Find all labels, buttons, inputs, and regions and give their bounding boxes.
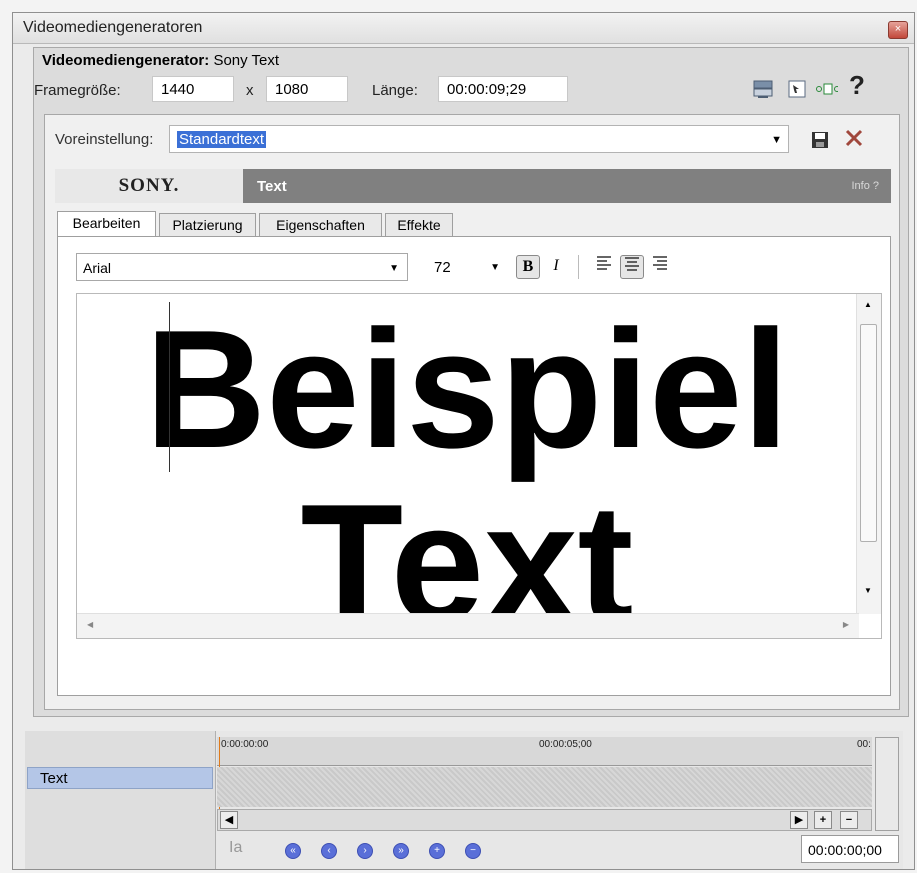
help-icon[interactable]: ? xyxy=(846,70,868,100)
track-text[interactable]: Text xyxy=(27,767,213,789)
font-family-value: Arial xyxy=(83,260,112,276)
close-button[interactable]: × xyxy=(888,21,908,39)
tab-bearbeiten[interactable]: Bearbeiten xyxy=(57,211,156,238)
generator-value: Sony Text xyxy=(213,52,280,69)
tab-effekte[interactable]: Effekte xyxy=(385,213,453,237)
scroll-down-icon[interactable]: ▼ xyxy=(864,586,872,595)
chevron-down-icon[interactable]: ▼ xyxy=(490,262,500,273)
sony-logo: SONY. xyxy=(55,169,243,203)
frame-height-input[interactable]: 1080 xyxy=(266,76,348,102)
scroll-left-icon[interactable]: ◀ xyxy=(220,811,238,829)
keyframe-timeline: Text 0:00:00:00 00:00:05;00 00: ◀ ▶ + − … xyxy=(25,731,903,869)
frame-x-label: x xyxy=(246,82,254,99)
scroll-left-icon[interactable]: ◀ xyxy=(87,620,93,629)
italic-button[interactable]: I xyxy=(544,255,568,279)
ruler-tick-5: 00:00:05;00 xyxy=(539,739,592,750)
preset-label: Voreinstellung: xyxy=(55,131,154,148)
delete-preset-icon[interactable] xyxy=(843,127,865,149)
plugin-title: Text xyxy=(257,178,287,195)
scroll-up-icon[interactable]: ▲ xyxy=(864,300,872,309)
time-ruler[interactable]: 0:00:00:00 00:00:05;00 00: xyxy=(217,737,872,766)
font-size-select[interactable]: 72 ▼ xyxy=(428,253,504,281)
plugin-panel: Voreinstellung: Standardtext ▼ SONY. Tex… xyxy=(44,114,900,710)
text-caret xyxy=(169,302,170,472)
align-right-icon[interactable] xyxy=(648,255,672,279)
vertical-scrollbar[interactable]: ▲ ▼ xyxy=(856,294,881,614)
frame-row: Framegröße: 1440 x 1080 Länge: 00:00:09;… xyxy=(34,70,908,108)
save-preset-icon[interactable] xyxy=(809,129,831,151)
window-title: Videomediengeneratoren xyxy=(23,19,203,36)
text-editor[interactable]: Beispiel Text ▲ ▼ ◀ ▶ xyxy=(76,293,882,639)
generator-window: Videomediengeneratoren × Videomediengene… xyxy=(12,12,915,870)
edit-tab-content: Arial ▼ 72 ▼ B I Beispiel Text ▲ ▼ ◀ ▶ xyxy=(57,236,891,696)
align-center-icon[interactable] xyxy=(620,255,644,279)
scroll-right-icon[interactable]: ▶ xyxy=(790,811,808,829)
output-icon[interactable] xyxy=(752,78,774,100)
tab-eigenschaften[interactable]: Eigenschaften xyxy=(259,213,382,237)
length-input[interactable]: 00:00:09;29 xyxy=(438,76,568,102)
timeline-vertical-scrollbar[interactable] xyxy=(875,737,899,831)
tab-platzierung[interactable]: Platzierung xyxy=(159,213,256,237)
title-bar: Videomediengeneratoren × xyxy=(13,13,914,44)
plugin-header: SONY. Text Info ? xyxy=(55,169,891,203)
track-keyframe-area[interactable] xyxy=(217,767,872,807)
zoom-out-icon[interactable]: − xyxy=(840,811,858,829)
frame-width-input[interactable]: 1440 xyxy=(152,76,234,102)
preset-value[interactable]: Standardtext xyxy=(177,131,267,148)
timeline-scrollbar[interactable]: ◀ ▶ + − xyxy=(217,809,872,831)
properties-icon[interactable] xyxy=(786,78,808,100)
bold-button[interactable]: B xyxy=(516,255,540,279)
add-keyframe-icon[interactable]: + xyxy=(429,843,445,859)
framesize-label: Framegröße: xyxy=(34,82,121,99)
font-size-value: 72 xyxy=(434,259,451,276)
horizontal-scrollbar[interactable]: ◀ ▶ xyxy=(77,613,859,638)
zoom-in-icon[interactable]: + xyxy=(814,811,832,829)
generator-name: Videomediengenerator: Sony Text xyxy=(42,52,279,69)
track-list: Text xyxy=(25,731,216,869)
text-line-1: Beispiel xyxy=(144,295,790,483)
chevron-down-icon[interactable]: ▼ xyxy=(389,263,399,274)
toolbar-divider xyxy=(578,255,579,279)
font-family-select[interactable]: Arial ▼ xyxy=(76,253,408,281)
next-keyframe-icon[interactable]: › xyxy=(357,843,373,859)
chevron-down-icon[interactable]: ▼ xyxy=(771,134,782,146)
length-label: Länge: xyxy=(372,82,418,99)
info-link[interactable]: Info ? xyxy=(851,180,879,192)
prev-keyframe-icon[interactable]: ‹ xyxy=(321,843,337,859)
scroll-thumb[interactable] xyxy=(860,324,877,542)
align-left-icon[interactable] xyxy=(592,255,616,279)
ruler-tick-end: 00: xyxy=(857,739,871,750)
preset-dropdown[interactable]: Standardtext ▼ xyxy=(169,125,789,153)
sync-cursor-icon[interactable]: Ia xyxy=(229,839,242,857)
timecode-display[interactable]: 00:00:00;00 xyxy=(801,835,899,863)
split-icon[interactable] xyxy=(816,78,838,100)
ruler-tick-0: 0:00:00:00 xyxy=(221,739,269,750)
generator-label: Videomediengenerator: xyxy=(42,52,210,69)
scroll-right-icon[interactable]: ▶ xyxy=(843,620,849,629)
delete-keyframe-icon[interactable]: − xyxy=(465,843,481,859)
last-keyframe-icon[interactable]: » xyxy=(393,843,409,859)
generator-panel: Videomediengenerator: Sony Text Framegrö… xyxy=(33,47,909,717)
first-keyframe-icon[interactable]: « xyxy=(285,843,301,859)
